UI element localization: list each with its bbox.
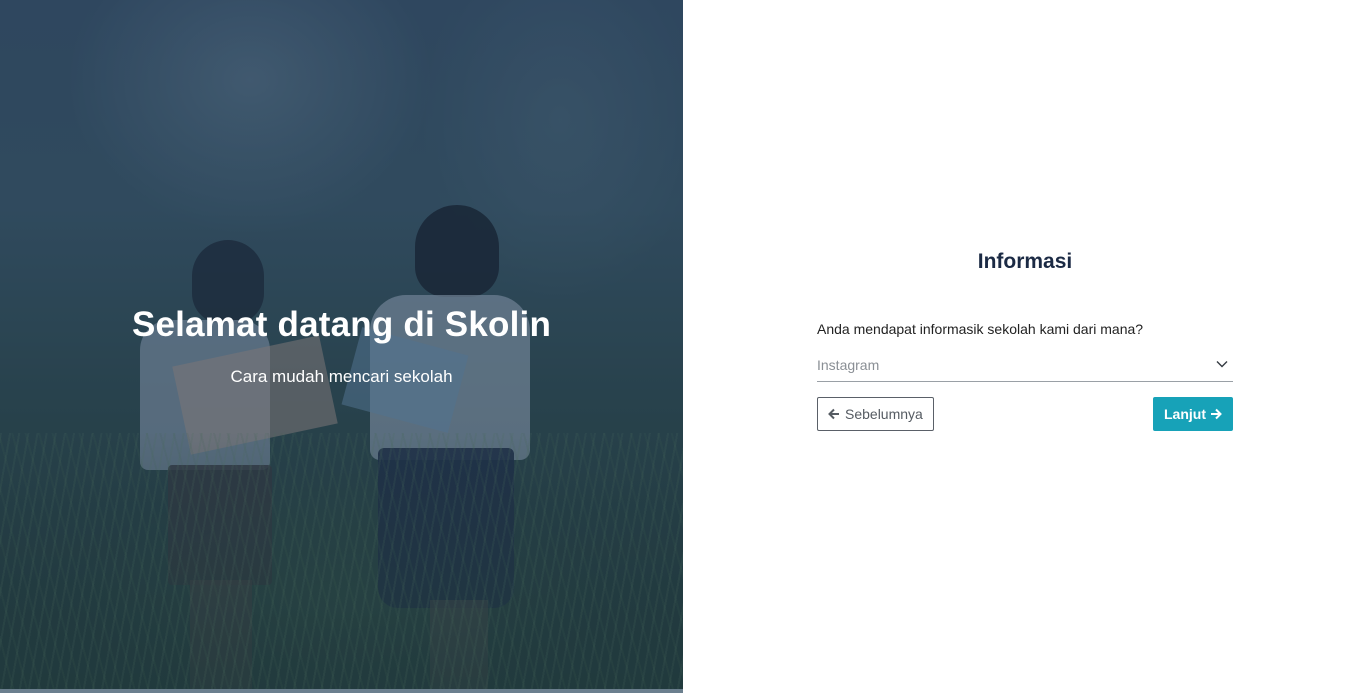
- hero-title: Selamat datang di Skolin: [131, 305, 552, 344]
- arrow-right-icon: [1211, 408, 1222, 420]
- next-button[interactable]: Lanjut: [1153, 397, 1233, 431]
- next-button-label: Lanjut: [1164, 406, 1206, 422]
- hero-subtitle: Cara mudah mencari sekolah: [230, 367, 453, 386]
- form-panel: Informasi Anda mendapat informasik sekol…: [683, 0, 1366, 693]
- arrow-left-icon: [828, 408, 839, 420]
- hero-text: Selamat datang di Skolin Cara mudah menc…: [0, 305, 683, 387]
- hero-panel: Selamat datang di Skolin Cara mudah menc…: [0, 0, 683, 693]
- previous-button[interactable]: Sebelumnya: [817, 397, 934, 431]
- form-title: Informasi: [977, 250, 1073, 273]
- info-form: Informasi Anda mendapat informasik sekol…: [817, 250, 1233, 431]
- source-select-value: Instagram: [817, 357, 880, 373]
- form-buttons: Sebelumnya Lanjut: [817, 397, 1233, 431]
- hero-bottom-bar: [0, 689, 683, 693]
- previous-button-label: Sebelumnya: [845, 406, 923, 422]
- source-select[interactable]: Instagram: [817, 351, 1233, 382]
- login-page: Selamat datang di Skolin Cara mudah menc…: [0, 0, 1366, 693]
- question-label: Anda mendapat informasik sekolah kami da…: [817, 321, 1144, 337]
- chevron-down-icon: [1216, 361, 1228, 368]
